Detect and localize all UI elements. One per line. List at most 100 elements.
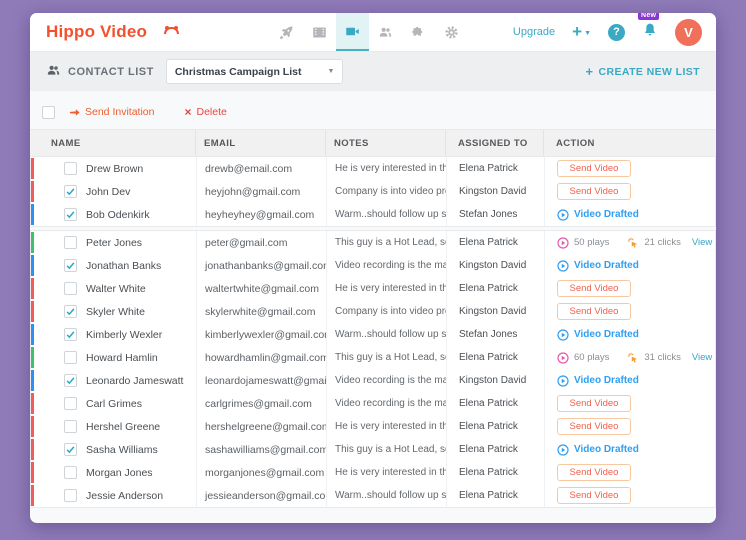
puzzle-icon <box>411 25 426 40</box>
send-video-button[interactable]: Send Video <box>557 464 631 481</box>
contact-email: heyheyhey@gmail.com <box>205 209 314 221</box>
contact-email: leonardojameswatt@gmail.com <box>205 375 326 387</box>
contact-email: sashawilliams@gmail.com <box>205 444 326 456</box>
row-checkbox[interactable] <box>64 420 77 433</box>
contact-assigned: Kingston David <box>459 375 526 386</box>
send-invitation-button[interactable]: Send Invitation <box>69 106 154 118</box>
column-header-assigned: ASSIGNED TO <box>445 130 543 156</box>
nav-puzzle-icon[interactable] <box>402 13 435 51</box>
row-stripe <box>31 181 34 202</box>
send-video-button[interactable]: Send Video <box>557 418 631 435</box>
contact-assigned: Kingston David <box>459 260 526 271</box>
contact-name: Drew Brown <box>86 163 143 175</box>
app-header: Hippo Video Upgrade +▼ <box>30 13 716 52</box>
row-checkbox[interactable] <box>64 466 77 479</box>
send-invitation-label: Send Invitation <box>85 106 154 118</box>
nav-video-camera-icon[interactable] <box>336 13 369 51</box>
logo[interactable]: Hippo Video <box>30 13 180 51</box>
table-row: Morgan Jones morganjones@gmail.com He is… <box>31 461 715 484</box>
clicks-count: 31 clicks <box>644 352 680 363</box>
contact-name: Carl Grimes <box>86 398 142 410</box>
logo-text: Hippo Video <box>46 22 147 42</box>
contact-name: Leonardo Jameswatt <box>86 375 183 387</box>
nav-gear-icon[interactable] <box>435 13 468 51</box>
send-video-button[interactable]: Send Video <box>557 303 631 320</box>
row-checkbox[interactable] <box>64 259 77 272</box>
app-window: Hippo Video Upgrade +▼ <box>30 13 716 523</box>
video-drafted-link[interactable]: Video Drafted <box>557 375 639 387</box>
row-checkbox[interactable] <box>64 397 77 410</box>
row-stripe <box>31 278 34 299</box>
table-row: Peter Jones peter@gmail.com This guy is … <box>31 231 715 254</box>
nav-film-icon[interactable] <box>303 13 336 51</box>
send-video-button[interactable]: Send Video <box>557 395 631 412</box>
contact-email: heyjohn@gmail.com <box>205 186 300 198</box>
contact-card-main: Peter Jones peter@gmail.com This guy is … <box>30 230 716 508</box>
play-circle-icon <box>557 444 569 456</box>
row-checkbox[interactable] <box>64 236 77 249</box>
send-video-button[interactable]: Send Video <box>557 160 631 177</box>
table-row: Skyler White skylerwhite@gmail.com Compa… <box>31 300 715 323</box>
contact-notes: Warm..should follow up so.... <box>335 209 446 220</box>
play-circle-icon <box>557 375 569 387</box>
contact-email: jessieanderson@gmail.com <box>205 490 326 502</box>
row-stripe <box>31 158 34 179</box>
row-checkbox[interactable] <box>64 208 77 221</box>
contact-notes: Company is into video produ.... <box>335 306 446 317</box>
table-row: Howard Hamlin howardhamlin@gmail.com Thi… <box>31 346 715 369</box>
row-checkbox[interactable] <box>64 489 77 502</box>
plays-count: 50 plays <box>574 237 609 248</box>
contact-name: Kimberly Wexler <box>86 329 162 341</box>
contact-notes: This guy is a Hot Lead, so... <box>335 352 446 363</box>
create-new-list-button[interactable]: + CREATE NEW LIST <box>586 64 700 79</box>
upgrade-link[interactable]: Upgrade <box>513 26 555 38</box>
contact-notes: He is very interested in the prod... <box>335 421 446 432</box>
film-icon <box>312 25 327 40</box>
video-drafted-link[interactable]: Video Drafted <box>557 444 639 456</box>
arrow-right-icon <box>69 107 80 118</box>
delete-button[interactable]: × Delete <box>184 105 226 119</box>
view-all-link[interactable]: View all <box>692 352 715 363</box>
contact-email: morganjones@gmail.com <box>205 467 324 479</box>
notifications-button[interactable]: New <box>642 22 658 43</box>
video-drafted-link[interactable]: Video Drafted <box>557 329 639 341</box>
row-checkbox[interactable] <box>64 305 77 318</box>
row-checkbox[interactable] <box>64 374 77 387</box>
nav-users-icon[interactable] <box>369 13 402 51</box>
row-checkbox[interactable] <box>64 351 77 364</box>
contact-name: Walter White <box>86 283 146 295</box>
contact-name: Jonathan Banks <box>86 260 161 272</box>
video-drafted-label: Video Drafted <box>574 209 639 220</box>
bulk-actions-toolbar: Send Invitation × Delete <box>30 91 716 129</box>
row-checkbox[interactable] <box>64 282 77 295</box>
contact-notes: This guy is a Hot Lead, so... <box>335 237 446 248</box>
send-video-button[interactable]: Send Video <box>557 183 631 200</box>
row-stripe <box>31 416 34 437</box>
row-checkbox[interactable] <box>64 443 77 456</box>
send-video-button[interactable]: Send Video <box>557 487 631 504</box>
video-drafted-link[interactable]: Video Drafted <box>557 260 639 272</box>
row-checkbox[interactable] <box>64 162 77 175</box>
contact-name: John Dev <box>86 186 130 198</box>
avatar[interactable]: V <box>675 19 702 46</box>
list-dropdown[interactable]: Christmas Campaign List ▼ <box>166 59 344 84</box>
row-checkbox[interactable] <box>64 328 77 341</box>
view-all-link[interactable]: View all <box>692 237 715 248</box>
row-checkbox[interactable] <box>64 185 77 198</box>
contact-notes: Video recording is the mai... <box>335 260 446 271</box>
gear-icon <box>444 25 459 40</box>
table-row: Hershel Greene hershelgreene@gmail.com H… <box>31 415 715 438</box>
row-stripe <box>31 485 34 506</box>
users-icon <box>378 25 393 40</box>
add-menu-button[interactable]: +▼ <box>572 22 591 42</box>
video-drafted-link[interactable]: Video Drafted <box>557 209 639 221</box>
new-badge: New <box>638 13 659 20</box>
help-button[interactable]: ? <box>608 24 625 41</box>
chevron-down-icon: ▼ <box>584 30 591 37</box>
row-stripe <box>31 255 34 276</box>
send-video-button[interactable]: Send Video <box>557 280 631 297</box>
nav-rocket-icon[interactable] <box>270 13 303 51</box>
select-all-checkbox[interactable] <box>42 106 55 119</box>
plays-icon <box>557 352 569 364</box>
play-circle-icon <box>557 260 569 272</box>
